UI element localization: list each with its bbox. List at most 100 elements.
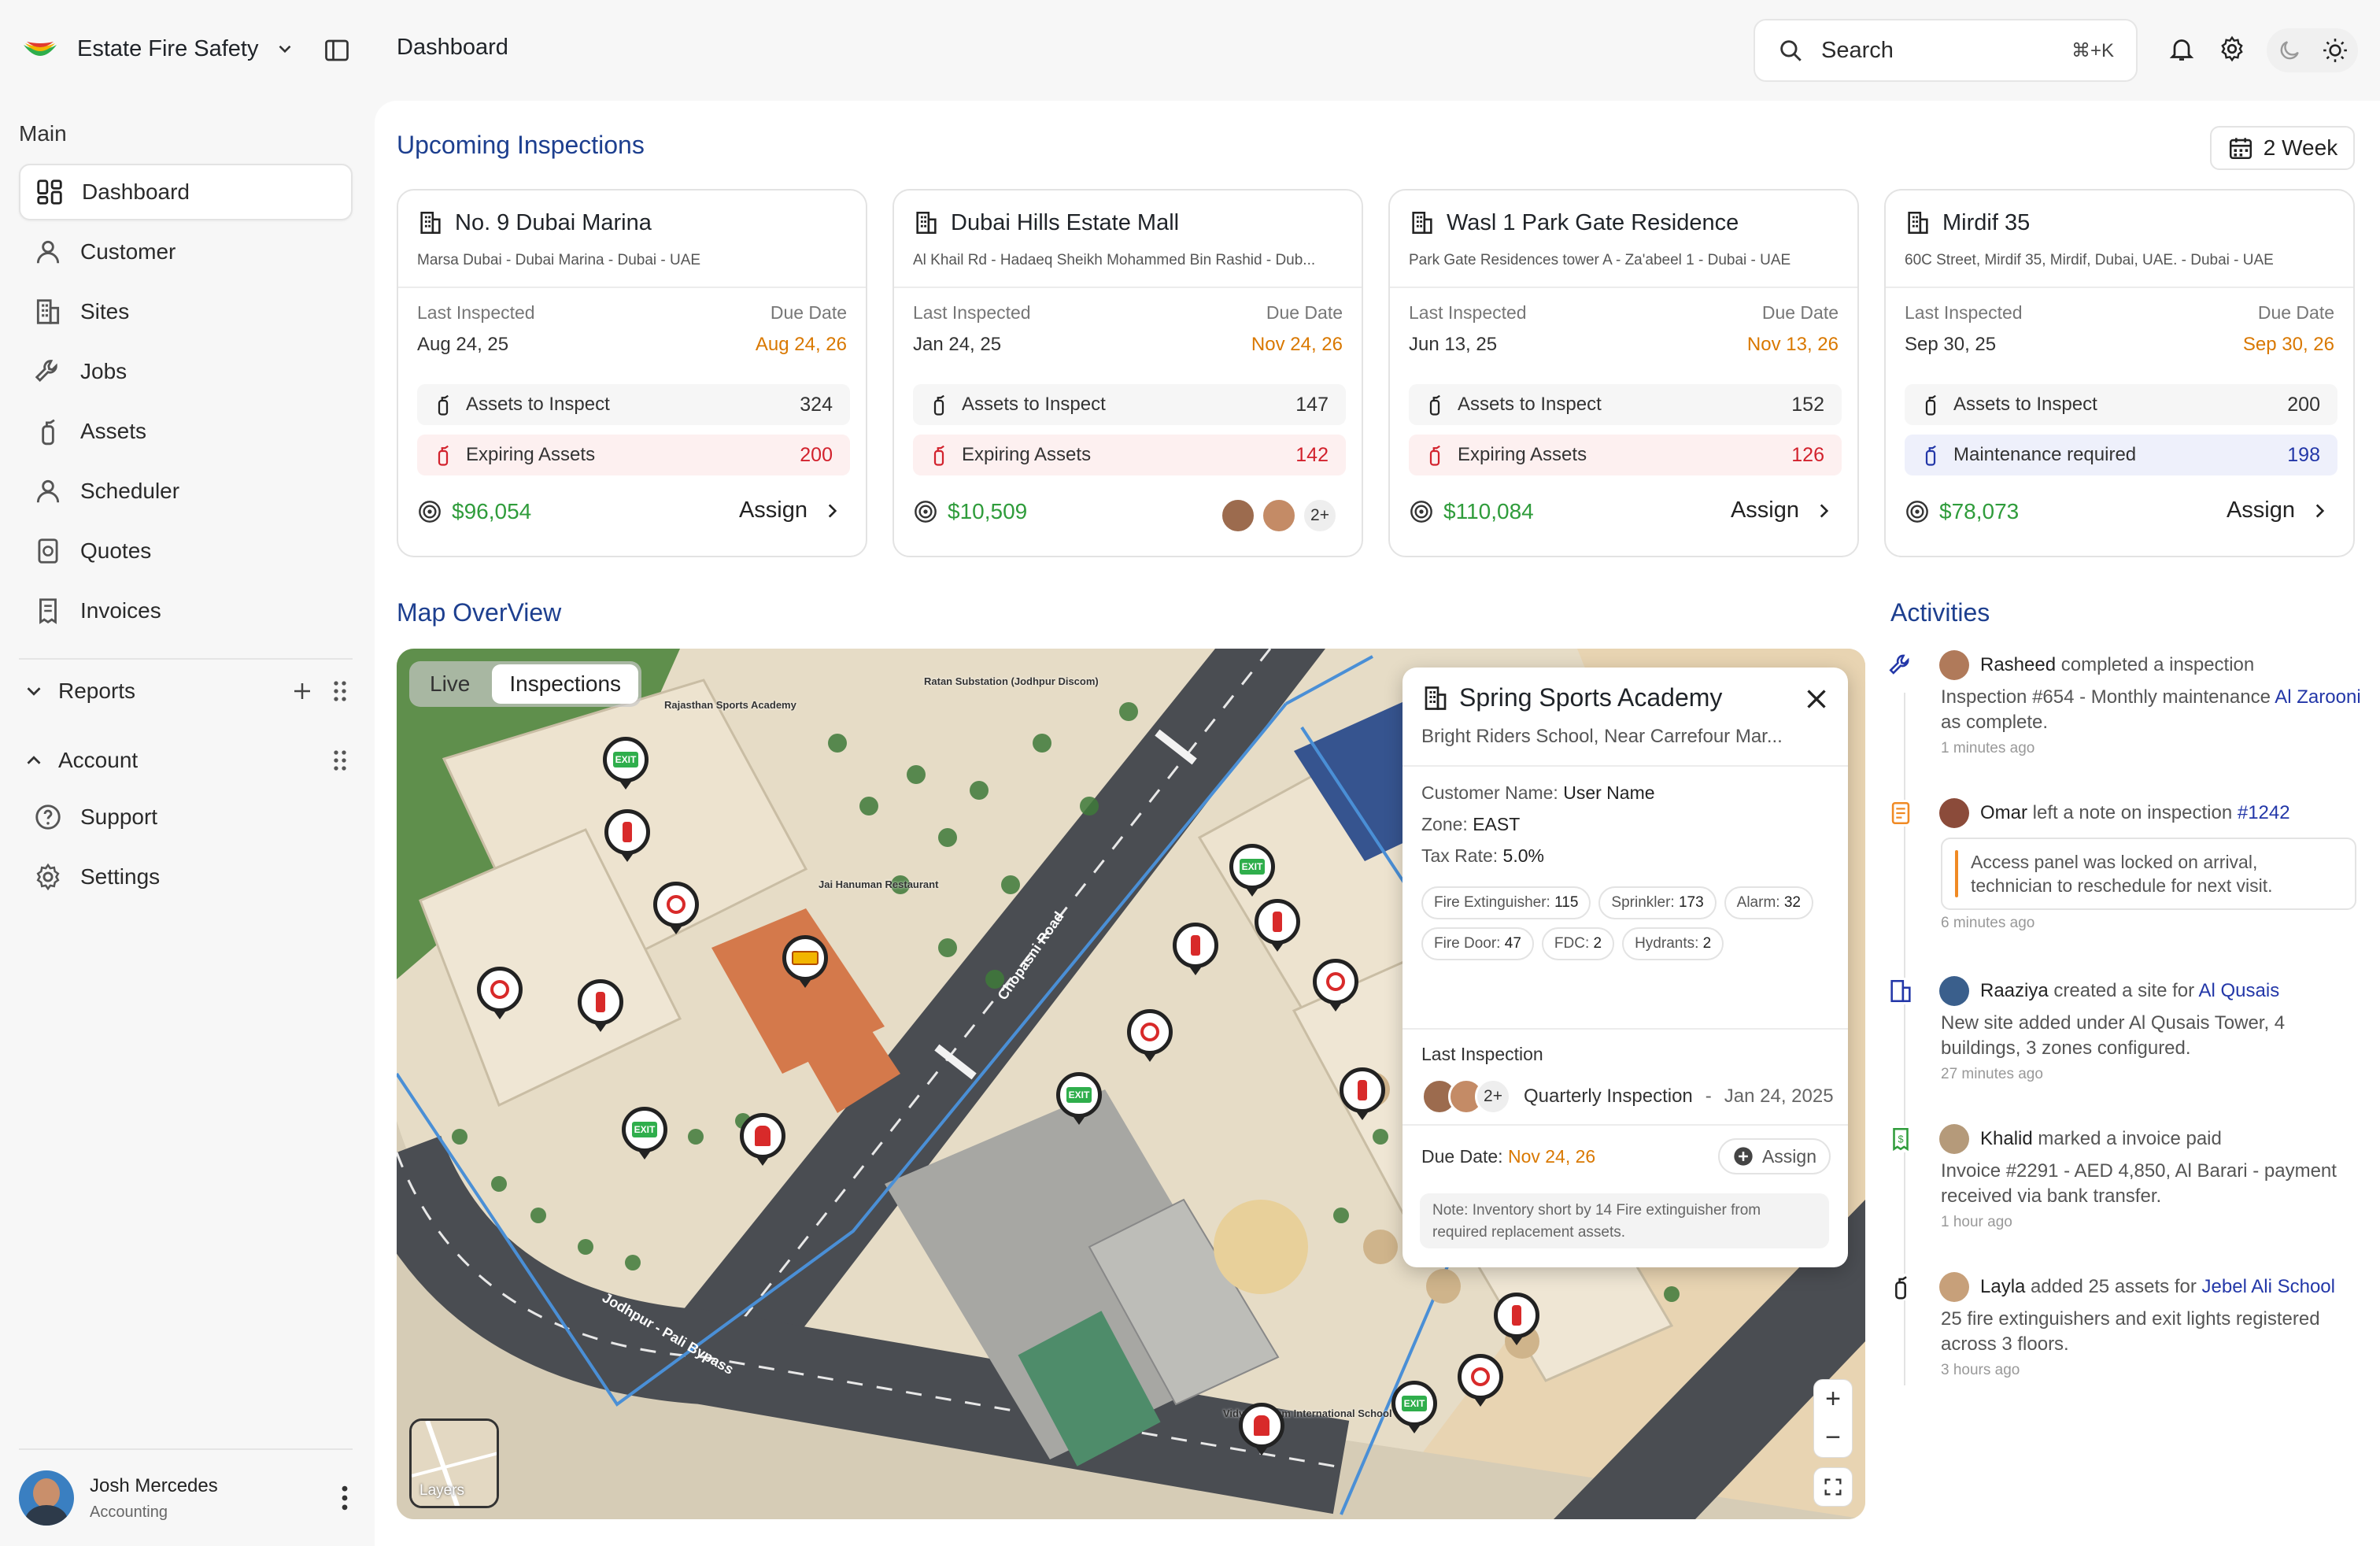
search-shortcut: ⌘+K [2071,39,2114,61]
close-icon[interactable] [1802,685,1831,713]
drag-handle-icon[interactable] [321,672,359,710]
asset-chip: Fire Extinguisher: 115 [1421,886,1591,919]
zoom-in-icon[interactable]: + [1825,1384,1841,1415]
asset-chip: FDC: 2 [1541,927,1615,960]
map-pin-extinguisher[interactable] [604,809,650,855]
assets-to-inspect-row: Assets to Inspect 324 [417,384,850,425]
chevron-right-icon [828,503,837,518]
target-icon [915,501,937,523]
map-pin-exit-sign[interactable]: EXIT [622,1107,667,1152]
activity-link[interactable]: Al Qusais [2199,980,2280,1001]
range-selector-button[interactable]: 2 Week [2210,126,2355,170]
extinguisher-icon [1429,445,1440,466]
tab-inspections[interactable]: Inspections [492,664,639,704]
theme-toggle[interactable] [2267,28,2358,72]
avatar [1939,650,1969,680]
activity-link[interactable]: Jebel Ali School [2202,1276,2335,1297]
sidebar-item-invoices[interactable]: Invoices [19,583,353,639]
map-pin-alarm[interactable] [477,967,523,1012]
assignee-avatars[interactable]: 2+ [1220,497,1338,534]
map-pin-exit-sign[interactable]: EXIT [1391,1381,1437,1426]
activity-quote: Access panel was locked on arrival, tech… [1941,838,2356,910]
map-pin-alarm[interactable] [1458,1354,1503,1400]
gear-icon[interactable] [2213,30,2251,68]
popup-last-inspection: 2+ Quarterly Inspection - Jan 24, 2025 [1421,1078,1834,1115]
sidebar-item-sites[interactable]: Sites [19,283,353,340]
chevron-right-icon [2315,503,2325,518]
sidebar-section-account[interactable]: Account [19,732,353,789]
last-inspected-value: Sep 30, 25 [1905,334,1997,355]
extinguisher-icon [933,445,944,466]
map-pin-exit-sign[interactable]: EXIT [603,737,649,782]
activity-link[interactable]: #1242 [2238,802,2290,823]
layers-button[interactable]: Layers [409,1418,499,1508]
assign-button[interactable]: Assign [739,497,842,523]
search-placeholder: Search [1821,37,1894,63]
inspection-card[interactable]: Wasl 1 Park Gate Residence Park Gate Resi… [1388,189,1859,557]
sidebar-item-support[interactable]: Support [19,789,353,845]
map-pin-alarm[interactable] [1127,1009,1173,1055]
sidebar-item-assets[interactable]: Assets [19,403,353,460]
zoom-control: + − [1813,1379,1853,1458]
map-pin-exit-sign[interactable]: EXIT [1056,1072,1102,1118]
assign-button[interactable]: Assign [2227,497,2330,523]
sidebar-item-scheduler[interactable]: Scheduler [19,463,353,520]
workspace-name: Estate Fire Safety [77,35,259,61]
card-divider [398,287,866,288]
map-pin-hydrant[interactable] [740,1113,785,1159]
sidebar-item-quotes[interactable]: Quotes [19,523,353,579]
sidebar-item-jobs[interactable]: Jobs [19,343,353,400]
target-icon [1410,501,1432,523]
map-pin-hydrant[interactable] [1239,1403,1284,1448]
fullscreen-icon[interactable] [1813,1467,1853,1507]
map-pin-exit-sign[interactable]: EXIT [1229,844,1275,890]
asset-chip: Hydrants: 2 [1622,927,1724,960]
activity-link[interactable]: Al Zarooni [2275,686,2360,708]
map-pin-extinguisher[interactable] [1173,923,1218,968]
map-pin-extinguisher[interactable] [1340,1067,1385,1113]
map-pin-extinguisher[interactable] [1494,1293,1539,1338]
plus-circle-icon [1734,1147,1753,1166]
workspace-switcher[interactable]: Estate Fire Safety [19,24,295,74]
extinguisher-icon [623,822,632,842]
sidebar-item-settings[interactable]: Settings [19,849,353,905]
map-pin-alarm[interactable] [1313,959,1358,1004]
map-pin-extinguisher[interactable] [1255,899,1300,945]
sidebar-item-customer[interactable]: Customer [19,224,353,280]
target-icon [1906,501,1928,523]
assets-to-inspect-row: Assets to Inspect 152 [1409,384,1842,425]
sidebar-item-dashboard[interactable]: Dashboard [19,164,353,220]
avatar [1261,497,1297,534]
inspection-card[interactable]: Mirdif 35 60C Street, Mirdif 35, Mirdif, … [1884,189,2355,557]
drag-handle-icon[interactable] [321,742,359,779]
bell-icon[interactable] [2163,30,2201,68]
assign-button[interactable]: Assign [1717,1138,1831,1174]
sidebar-toggle-icon[interactable] [318,31,356,69]
user-profile[interactable]: Josh Mercedes Accounting [19,1469,353,1527]
sidebar-section-label: Account [58,748,139,772]
site-popup: Spring Sports Academy Bright Riders Scho… [1402,668,1848,1267]
popup-divider [1402,1028,1848,1030]
inspection-card[interactable]: No. 9 Dubai Marina Marsa Dubai - Dubai Ma… [397,189,867,557]
more-vertical-icon[interactable] [337,1485,353,1511]
activity-item: Rasheed completed a inspection Inspectio… [1887,650,2361,757]
inspection-card[interactable]: Dubai Hills Estate Mall Al Khail Rd - Had… [893,189,1363,557]
tab-live[interactable]: Live [412,664,487,704]
sun-icon[interactable] [2322,37,2349,64]
map-pin-extinguisher[interactable] [578,979,623,1025]
search-input[interactable]: Search ⌘+K [1754,19,2138,82]
building-icon [1887,978,1914,1004]
add-report-icon[interactable] [283,672,321,710]
due-date-label: Due Date [2257,302,2334,323]
assign-button[interactable]: Assign [1731,497,1834,523]
search-icon [1780,40,1802,61]
map-pin-fdc[interactable] [782,935,828,981]
sidebar-item-label: Scheduler [80,479,180,503]
map-pin-alarm[interactable] [653,882,699,927]
popup-title: Spring Sports Academy [1459,683,1723,712]
moon-icon[interactable] [2277,38,2302,63]
card-price: $10,509 [913,499,1027,524]
sidebar-divider [19,1448,353,1450]
sidebar-item-label: Assets [80,419,147,443]
zoom-out-icon[interactable]: − [1825,1422,1841,1453]
